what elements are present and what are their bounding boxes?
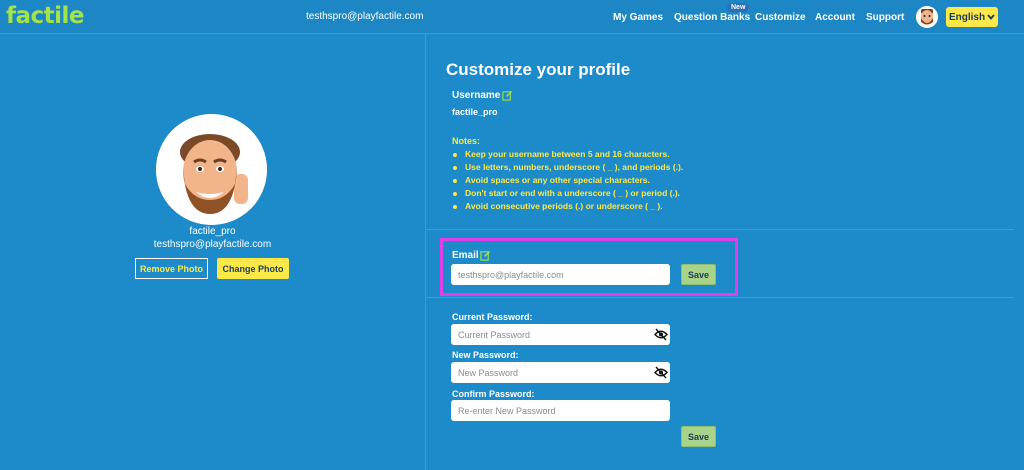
note-item: Keep your username between 5 and 16 char… (452, 148, 683, 161)
section-divider (426, 229, 1014, 230)
eye-slash-icon[interactable] (654, 366, 668, 379)
current-password-label: Current Password: (452, 312, 533, 322)
save-password-button[interactable]: Save (681, 426, 716, 447)
profile-username: factile_pro (189, 226, 236, 237)
remove-photo-button[interactable]: Remove Photo (135, 258, 208, 279)
nav-my-games[interactable]: My Games (613, 12, 663, 23)
save-email-button[interactable]: Save (681, 264, 716, 285)
new-password-input[interactable]: New Password (451, 362, 670, 383)
change-photo-button[interactable]: Change Photo (217, 258, 289, 279)
user-avatar[interactable] (916, 6, 938, 28)
column-divider (425, 34, 426, 470)
profile-avatar (156, 114, 267, 225)
edit-email-icon[interactable] (480, 250, 491, 261)
section-divider (426, 297, 1014, 298)
profile-email: testhspro@playfactile.com (153, 239, 272, 250)
new-password-placeholder: New Password (458, 367, 519, 378)
confirm-password-label: Confirm Password: (452, 389, 535, 399)
factile-logo[interactable]: factile (6, 3, 85, 29)
nav-question-banks[interactable]: Question Banks (674, 12, 750, 23)
note-item: Avoid spaces or any other special charac… (452, 174, 683, 187)
confirm-password-placeholder: Re-enter New Password (458, 405, 556, 416)
current-password-placeholder: Current Password (458, 329, 531, 340)
new-password-label: New Password: (452, 350, 519, 360)
nav-support[interactable]: Support (866, 12, 904, 23)
edit-username-icon[interactable] (502, 90, 513, 101)
username-notes: Keep your username between 5 and 16 char… (452, 148, 683, 213)
notes-title: Notes: (452, 136, 481, 146)
email-label: Email (452, 250, 479, 261)
nav-account[interactable]: Account (815, 12, 855, 23)
eye-slash-icon[interactable] (654, 328, 668, 341)
page-title: Customize your profile (446, 60, 631, 79)
confirm-password-input[interactable]: Re-enter New Password (451, 400, 670, 421)
email-input[interactable]: testhspro@playfactile.com (451, 264, 670, 285)
note-item: Avoid consecutive periods (.) or undersc… (452, 200, 683, 213)
nav-customize[interactable]: Customize (755, 12, 806, 23)
signed-in-email: testhspro@playfactile.com (306, 11, 424, 22)
new-badge: New (727, 3, 750, 12)
top-nav-bar: factile testhspro@playfactile.com My Gam… (0, 0, 1024, 34)
email-placeholder: testhspro@playfactile.com (458, 269, 564, 280)
language-label: English (948, 11, 986, 23)
note-item: Don't start or end with a underscore ( _… (452, 187, 683, 200)
chevron-down-icon (987, 14, 995, 20)
current-password-input[interactable]: Current Password (451, 324, 670, 345)
language-select[interactable]: English (946, 7, 998, 27)
username-value: factile_pro (452, 107, 498, 117)
note-item: Use letters, numbers, underscore ( _ ), … (452, 161, 683, 174)
username-label: Username (452, 90, 501, 101)
